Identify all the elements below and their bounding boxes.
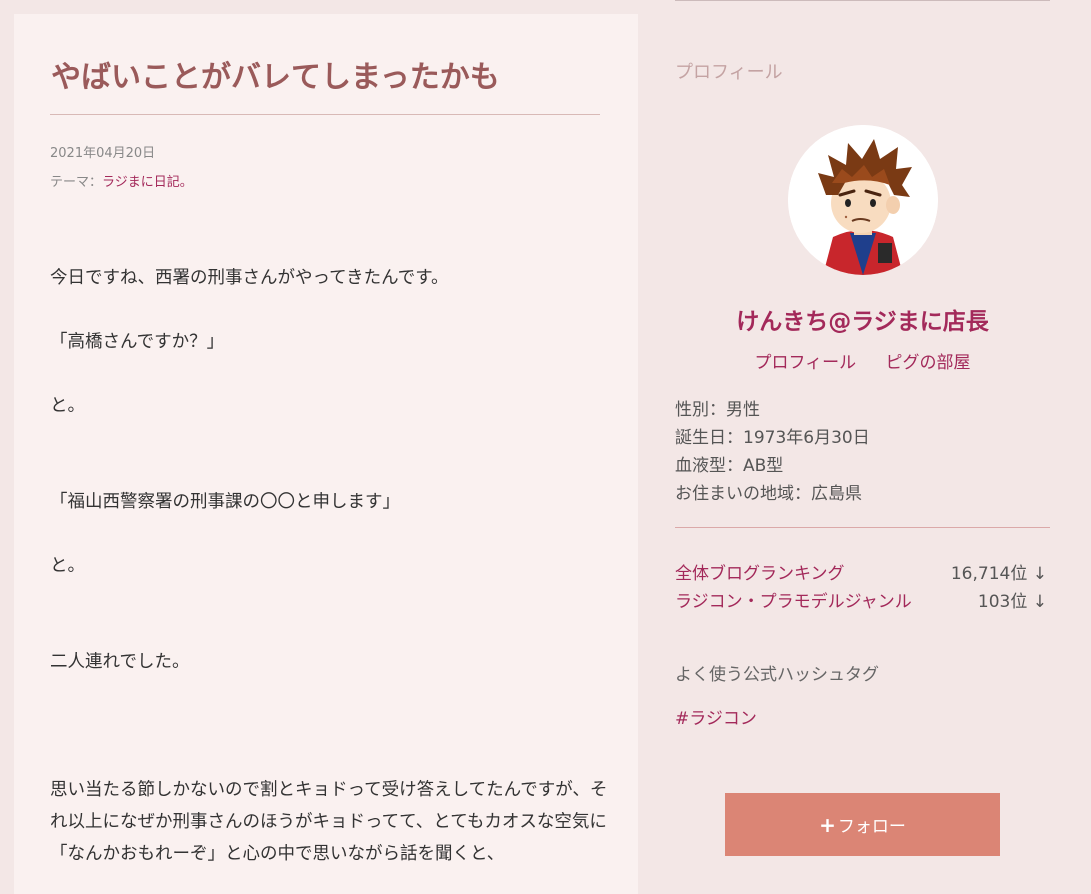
- article-title[interactable]: やばいことがバレてしまったかも: [51, 52, 500, 96]
- follow-label: フォロー: [837, 817, 906, 837]
- paragraph: と。: [50, 556, 85, 576]
- paragraph: と。: [50, 396, 85, 416]
- paragraph: 「福山西警察署の刑事課の〇〇と申します」: [50, 492, 400, 512]
- paragraph: 思い当たる節しかないので割とキョドって受け答えしてたんですが、それ以上になぜか刑…: [50, 780, 608, 864]
- ranking-row-genre: ラジコン・プラモデルジャンル 103位 ↓: [675, 587, 1047, 612]
- plus-icon: +: [819, 812, 836, 837]
- sidebar-top-divider: [675, 0, 1050, 1]
- follow-button[interactable]: + フォロー: [725, 793, 1000, 856]
- paragraph: 今日ですね、西署の刑事さんがやってきたんです。: [50, 268, 449, 288]
- avatar-image: [788, 125, 938, 275]
- paragraph: 「高橋さんですか？」: [50, 332, 225, 352]
- avatar[interactable]: [788, 125, 938, 275]
- paragraph: 二人連れでした。: [50, 652, 190, 672]
- profile-info: 性別：男性 誕生日：1973年6月30日 血液型：AB型 お住まいの地域：広島県: [675, 396, 870, 508]
- article-date: 2021年04月20日: [50, 146, 156, 161]
- profile-heading: プロフィール: [675, 62, 783, 83]
- theme-link[interactable]: ラジまに日記。: [102, 175, 193, 190]
- title-divider: [50, 114, 600, 115]
- ranking-label[interactable]: 全体ブログランキング: [675, 559, 845, 584]
- ranking-value: 16,714位 ↓: [951, 559, 1047, 584]
- ranking-row-overall: 全体ブログランキング 16,714位 ↓: [675, 559, 1047, 584]
- article-card: やばいことがバレてしまったかも 2021年04月20日 テーマ：ラジまに日記。 …: [14, 14, 638, 894]
- profile-gender: 性別：男性: [675, 400, 760, 420]
- profile-links: プロフィール ピグの部屋: [675, 348, 1050, 373]
- pigg-room-link[interactable]: ピグの部屋: [886, 348, 971, 373]
- profile-birthday: 誕生日：1973年6月30日: [675, 428, 870, 448]
- profile-link[interactable]: プロフィール: [754, 348, 856, 373]
- profile-bloodtype: 血液型：AB型: [675, 456, 784, 476]
- hashtag-heading: よく使う公式ハッシュタグ: [675, 665, 879, 685]
- article-theme: テーマ：ラジまに日記。: [50, 171, 193, 190]
- info-divider: [675, 527, 1050, 528]
- ranking-number: 16,714位: [950, 564, 1028, 584]
- theme-label: テーマ：: [50, 175, 103, 190]
- down-arrow-icon: ↓: [1032, 564, 1047, 584]
- profile-location: お住まいの地域：広島県: [675, 484, 862, 504]
- hashtag-link[interactable]: #ラジコン: [675, 704, 757, 729]
- down-arrow-icon: ↓: [1032, 592, 1047, 612]
- profile-nickname[interactable]: けんきち@ラジまに店長: [675, 302, 1050, 336]
- ranking-value: 103位 ↓: [978, 587, 1047, 612]
- ranking-label[interactable]: ラジコン・プラモデルジャンル: [675, 587, 912, 612]
- ranking-number: 103位: [977, 592, 1028, 612]
